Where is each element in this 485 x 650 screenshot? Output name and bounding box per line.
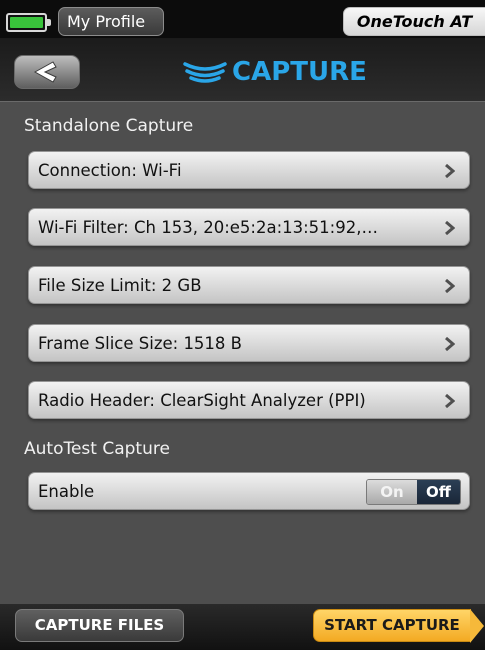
chevron-right-icon [445,394,455,408]
battery-full-icon [6,13,51,32]
autotest-capture-heading: AutoTest Capture [24,439,170,459]
chevron-right-icon [445,337,455,351]
battery-terminal [47,19,51,26]
setting-label: Wi-Fi Filter: Ch 153, 20:e5:2a:13:51:92,… [38,218,378,237]
connection-setting[interactable]: Connection: Wi-Fi [28,151,470,189]
device-name-badge: OneTouch AT [343,7,485,36]
battery-level [10,17,43,28]
my-profile-button[interactable]: My Profile [58,7,164,36]
chevron-right-icon [445,279,455,293]
file-size-limit-setting[interactable]: File Size Limit: 2 GB [28,266,470,304]
chevron-right-icon [445,221,455,235]
setting-label: Connection: Wi-Fi [38,161,182,180]
title-bar: CAPTURE [0,38,485,102]
wifi-filter-setting[interactable]: Wi-Fi Filter: Ch 153, 20:e5:2a:13:51:92,… [28,208,470,246]
capture-screen: My Profile OneTouch AT CAPTURE Standalon… [0,0,485,650]
arrow-tip [470,609,484,643]
enable-label: Enable [38,482,95,501]
toggle-on-option[interactable]: On [367,480,417,504]
capture-files-button[interactable]: CAPTURE FILES [15,609,184,642]
chevron-right-icon [445,164,455,178]
page-title: CAPTURE [232,57,367,87]
status-bar: My Profile OneTouch AT [0,0,485,38]
frame-slice-size-setting[interactable]: Frame Slice Size: 1518 B [28,324,470,362]
footer-bar: CAPTURE FILES START CAPTURE [0,604,485,650]
setting-label: Radio Header: ClearSight Analyzer (PPI) [38,391,366,410]
start-capture-label: START CAPTURE [324,616,460,634]
toggle-off-option[interactable]: Off [417,480,460,504]
setting-label: Frame Slice Size: 1518 B [38,334,242,353]
back-button[interactable] [14,55,80,89]
autotest-enable-row: Enable On Off [28,472,470,510]
start-capture-button[interactable]: START CAPTURE [313,609,484,643]
enable-toggle[interactable]: On Off [366,479,461,505]
setting-label: File Size Limit: 2 GB [38,276,202,295]
chevron-left-icon [33,61,57,83]
radio-header-setting[interactable]: Radio Header: ClearSight Analyzer (PPI) [28,381,470,419]
standalone-capture-heading: Standalone Capture [24,116,194,136]
capture-waves-icon [183,62,227,83]
